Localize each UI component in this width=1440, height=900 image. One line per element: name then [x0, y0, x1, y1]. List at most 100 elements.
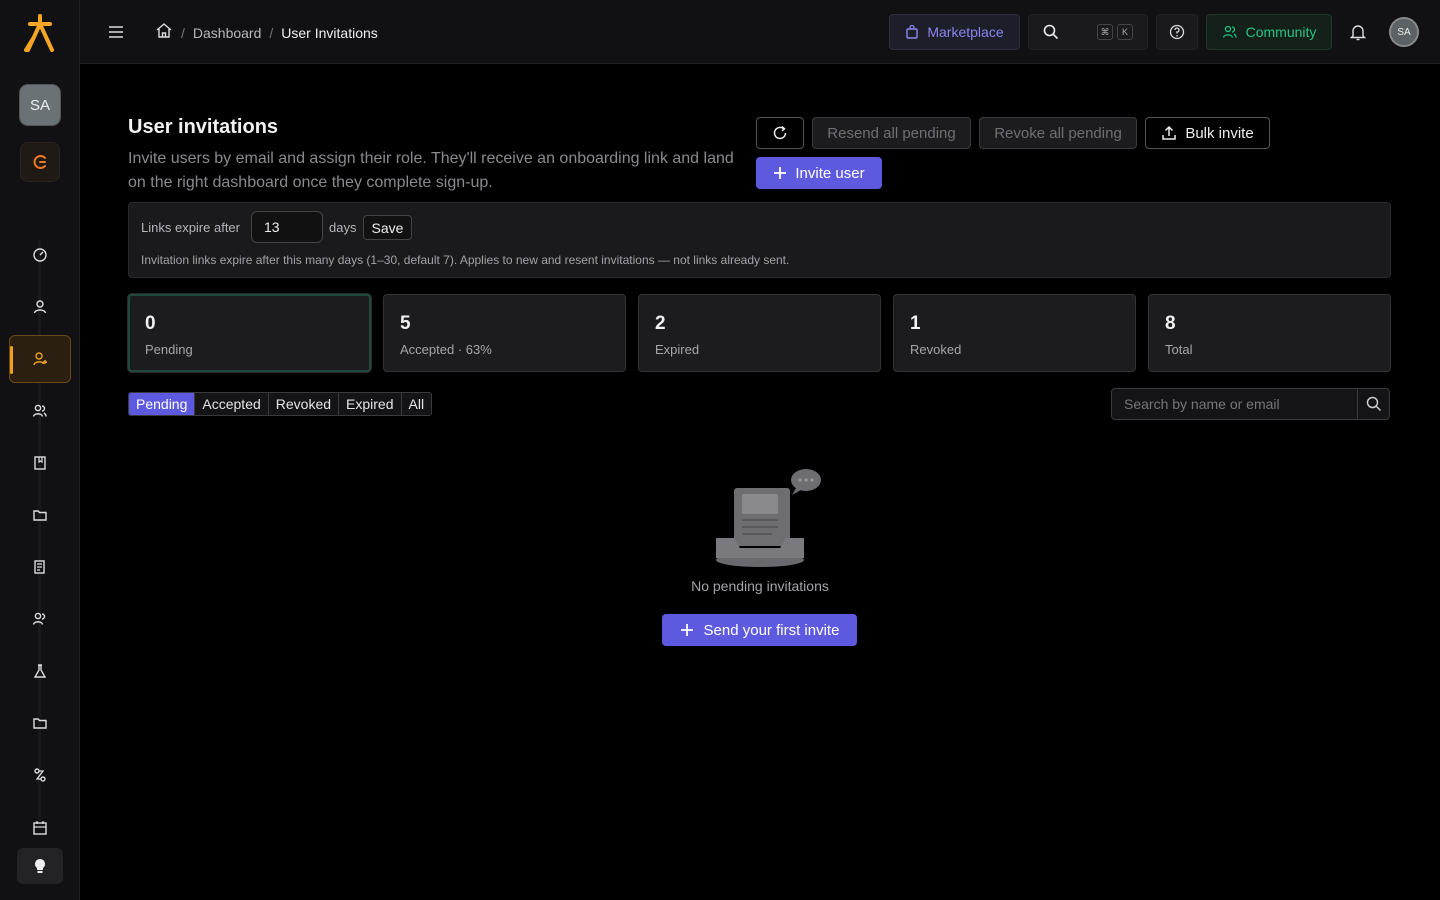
stat-card-accepted[interactable]: 5 Accepted · 63% — [383, 294, 626, 372]
user-icon — [33, 300, 47, 314]
expiry-save-button[interactable]: Save — [363, 215, 412, 240]
stat-value: 8 — [1165, 313, 1176, 334]
sidebar: SA — [0, 0, 80, 900]
hamburger-icon — [109, 26, 123, 38]
page-description: Invite users by email and assign their r… — [128, 150, 734, 191]
send-first-invite-label: Send your first invite — [703, 621, 840, 639]
community-button[interactable]: Community — [1206, 14, 1332, 50]
empty-state-message: No pending invitations — [691, 578, 829, 594]
sidebar-item-groups[interactable] — [16, 597, 64, 641]
stat-value: 2 — [655, 313, 666, 334]
refresh-icon — [773, 125, 787, 140]
stat-value: 1 — [910, 313, 921, 334]
sidebar-item-users[interactable] — [16, 285, 64, 329]
search-icon — [1043, 24, 1059, 40]
command-search-button[interactable]: ⌘ K — [1028, 14, 1148, 50]
app-switcher-icon[interactable] — [20, 142, 60, 182]
status-filter-tabs: Pending Accepted Revoked Expired All — [128, 392, 433, 416]
shopping-bag-icon — [906, 25, 919, 39]
user-invite-icon — [33, 352, 47, 366]
send-first-invite-button[interactable]: Send your first invite — [662, 614, 857, 646]
tips-button[interactable] — [17, 848, 63, 884]
filter-expired[interactable]: Expired — [339, 393, 402, 415]
filter-accepted[interactable]: Accepted — [195, 393, 269, 415]
link-expiry-panel: Links expire after days Save Invitation … — [128, 202, 1391, 278]
sidebar-item-library[interactable] — [16, 441, 64, 485]
sidebar-item-lab[interactable] — [16, 649, 64, 693]
stat-label: Expired — [655, 342, 700, 357]
invite-user-button[interactable]: Invite user — [756, 157, 882, 189]
resend-all-pending-button[interactable]: Resend all pending — [812, 117, 971, 149]
breadcrumb: / Dashboard / User Invitations — [155, 22, 378, 43]
revoke-all-pending-button[interactable]: Revoke all pending — [979, 117, 1137, 149]
search-icon — [1366, 396, 1381, 412]
calendar-icon — [33, 821, 47, 835]
stat-value: 5 — [400, 313, 411, 334]
marketplace-label: Marketplace — [927, 24, 1004, 40]
stat-label: Total — [1165, 342, 1193, 357]
breadcrumb-dashboard[interactable]: Dashboard — [193, 25, 262, 41]
logo-icon[interactable] — [22, 12, 58, 52]
breadcrumb-separator: / — [269, 24, 274, 41]
sidebar-item-dashboard[interactable] — [16, 233, 64, 277]
folder-icon — [33, 718, 47, 729]
report-icon — [34, 560, 45, 574]
filter-revoked[interactable]: Revoked — [268, 393, 340, 415]
stat-label: Pending — [145, 342, 193, 357]
community-label: Community — [1245, 24, 1317, 40]
bulk-invite-label: Bulk invite — [1185, 124, 1254, 142]
plus-icon — [680, 624, 693, 636]
stat-card-total[interactable]: 8 Total — [1148, 294, 1391, 372]
empty-inbox-icon — [712, 464, 824, 570]
menu-toggle-button[interactable] — [108, 24, 124, 40]
refresh-button[interactable] — [756, 117, 804, 149]
stat-card-expired[interactable]: 2 Expired — [638, 294, 881, 372]
stat-label: Accepted · 63% — [400, 342, 492, 357]
plus-icon — [774, 167, 787, 179]
bulk-invite-button[interactable]: Bulk invite — [1145, 117, 1270, 149]
dashboard-icon — [33, 248, 47, 262]
notifications-button[interactable] — [1342, 14, 1374, 50]
kbd-k: K — [1117, 24, 1133, 40]
sidebar-item-user-invitations[interactable] — [9, 335, 71, 383]
help-icon — [1169, 24, 1185, 40]
stat-card-pending[interactable]: 0 Pending — [128, 294, 371, 372]
breadcrumb-current: User Invitations — [281, 24, 378, 41]
book-icon — [34, 456, 46, 470]
filter-all[interactable]: All — [401, 393, 432, 415]
user-avatar[interactable]: SA — [1389, 17, 1419, 47]
home-icon[interactable] — [155, 22, 173, 43]
lightbulb-icon — [35, 859, 45, 873]
folder-icon — [33, 510, 47, 521]
sidebar-item-calendar[interactable] — [16, 806, 64, 836]
workflow-icon — [34, 768, 46, 782]
sidebar-item-archive[interactable] — [16, 701, 64, 745]
search-input[interactable] — [1112, 389, 1357, 419]
topbar: / Dashboard / User Invitations Marketpla… — [80, 0, 1440, 64]
team-icon — [32, 612, 46, 625]
help-button[interactable] — [1156, 14, 1198, 50]
sidebar-item-workflows[interactable] — [16, 753, 64, 797]
search-button[interactable] — [1357, 389, 1389, 419]
filter-pending[interactable]: Pending — [129, 393, 196, 415]
breadcrumb-separator: / — [181, 24, 185, 41]
stat-value: 0 — [145, 313, 156, 334]
expiry-label: Links expire after — [141, 220, 240, 235]
stat-card-revoked[interactable]: 1 Revoked — [893, 294, 1136, 372]
sidebar-item-team[interactable] — [16, 389, 64, 433]
community-icon — [1222, 25, 1237, 38]
sidebar-item-reports[interactable] — [16, 545, 64, 589]
users-icon — [32, 404, 47, 417]
expiry-days-input[interactable] — [251, 211, 323, 243]
invitation-search — [1111, 388, 1390, 420]
page-title: User invitations — [128, 116, 279, 138]
stat-label: Revoked — [910, 342, 962, 357]
kbd-cmd: ⌘ — [1097, 24, 1113, 40]
workspace-avatar[interactable]: SA — [20, 85, 60, 125]
expiry-help-text: Invitation links expire after this many … — [141, 253, 790, 267]
invite-user-label: Invite user — [795, 164, 865, 182]
marketplace-button[interactable]: Marketplace — [889, 14, 1020, 50]
sidebar-item-files[interactable] — [16, 493, 64, 537]
upload-icon — [1162, 125, 1177, 140]
flask-icon — [33, 664, 47, 678]
